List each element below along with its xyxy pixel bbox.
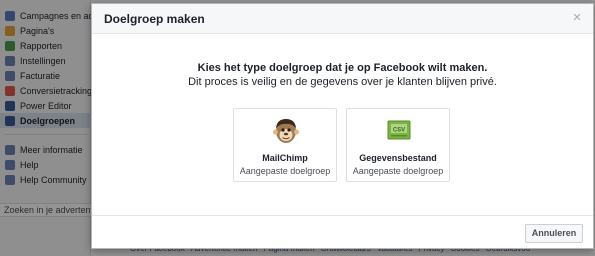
csv-file-icon: CSV: [387, 120, 411, 140]
data-file-option-card[interactable]: CSV Gegevensbestand Aangepaste doelgroep: [346, 108, 450, 182]
dialog-footer: Annuleren: [92, 215, 593, 248]
cancel-button[interactable]: Annuleren: [525, 224, 583, 243]
create-audience-dialog: Doelgroep maken × Kies het type doelgroe…: [91, 3, 594, 249]
dialog-title: Doelgroep maken: [104, 12, 205, 26]
close-icon[interactable]: ×: [570, 10, 584, 26]
dialog-header: Doelgroep maken ×: [92, 4, 593, 34]
mailchimp-option-card[interactable]: MailChimp Aangepaste doelgroep: [233, 108, 337, 182]
dialog-subline: Dit proces is veilig en de gegevens over…: [188, 76, 497, 88]
option-subtitle: Aangepaste doelgroep: [352, 166, 444, 176]
mailchimp-icon: [273, 119, 299, 143]
option-title: MailChimp: [262, 153, 308, 163]
option-title: Gegevensbestand: [359, 153, 437, 163]
csv-label: CSV: [393, 128, 405, 134]
dialog-headline: Kies het type doelgroep dat je op Facebo…: [197, 62, 488, 74]
option-subtitle: Aangepaste doelgroep: [239, 166, 331, 176]
dialog-body: Kies het type doelgroep dat je op Facebo…: [92, 35, 593, 215]
